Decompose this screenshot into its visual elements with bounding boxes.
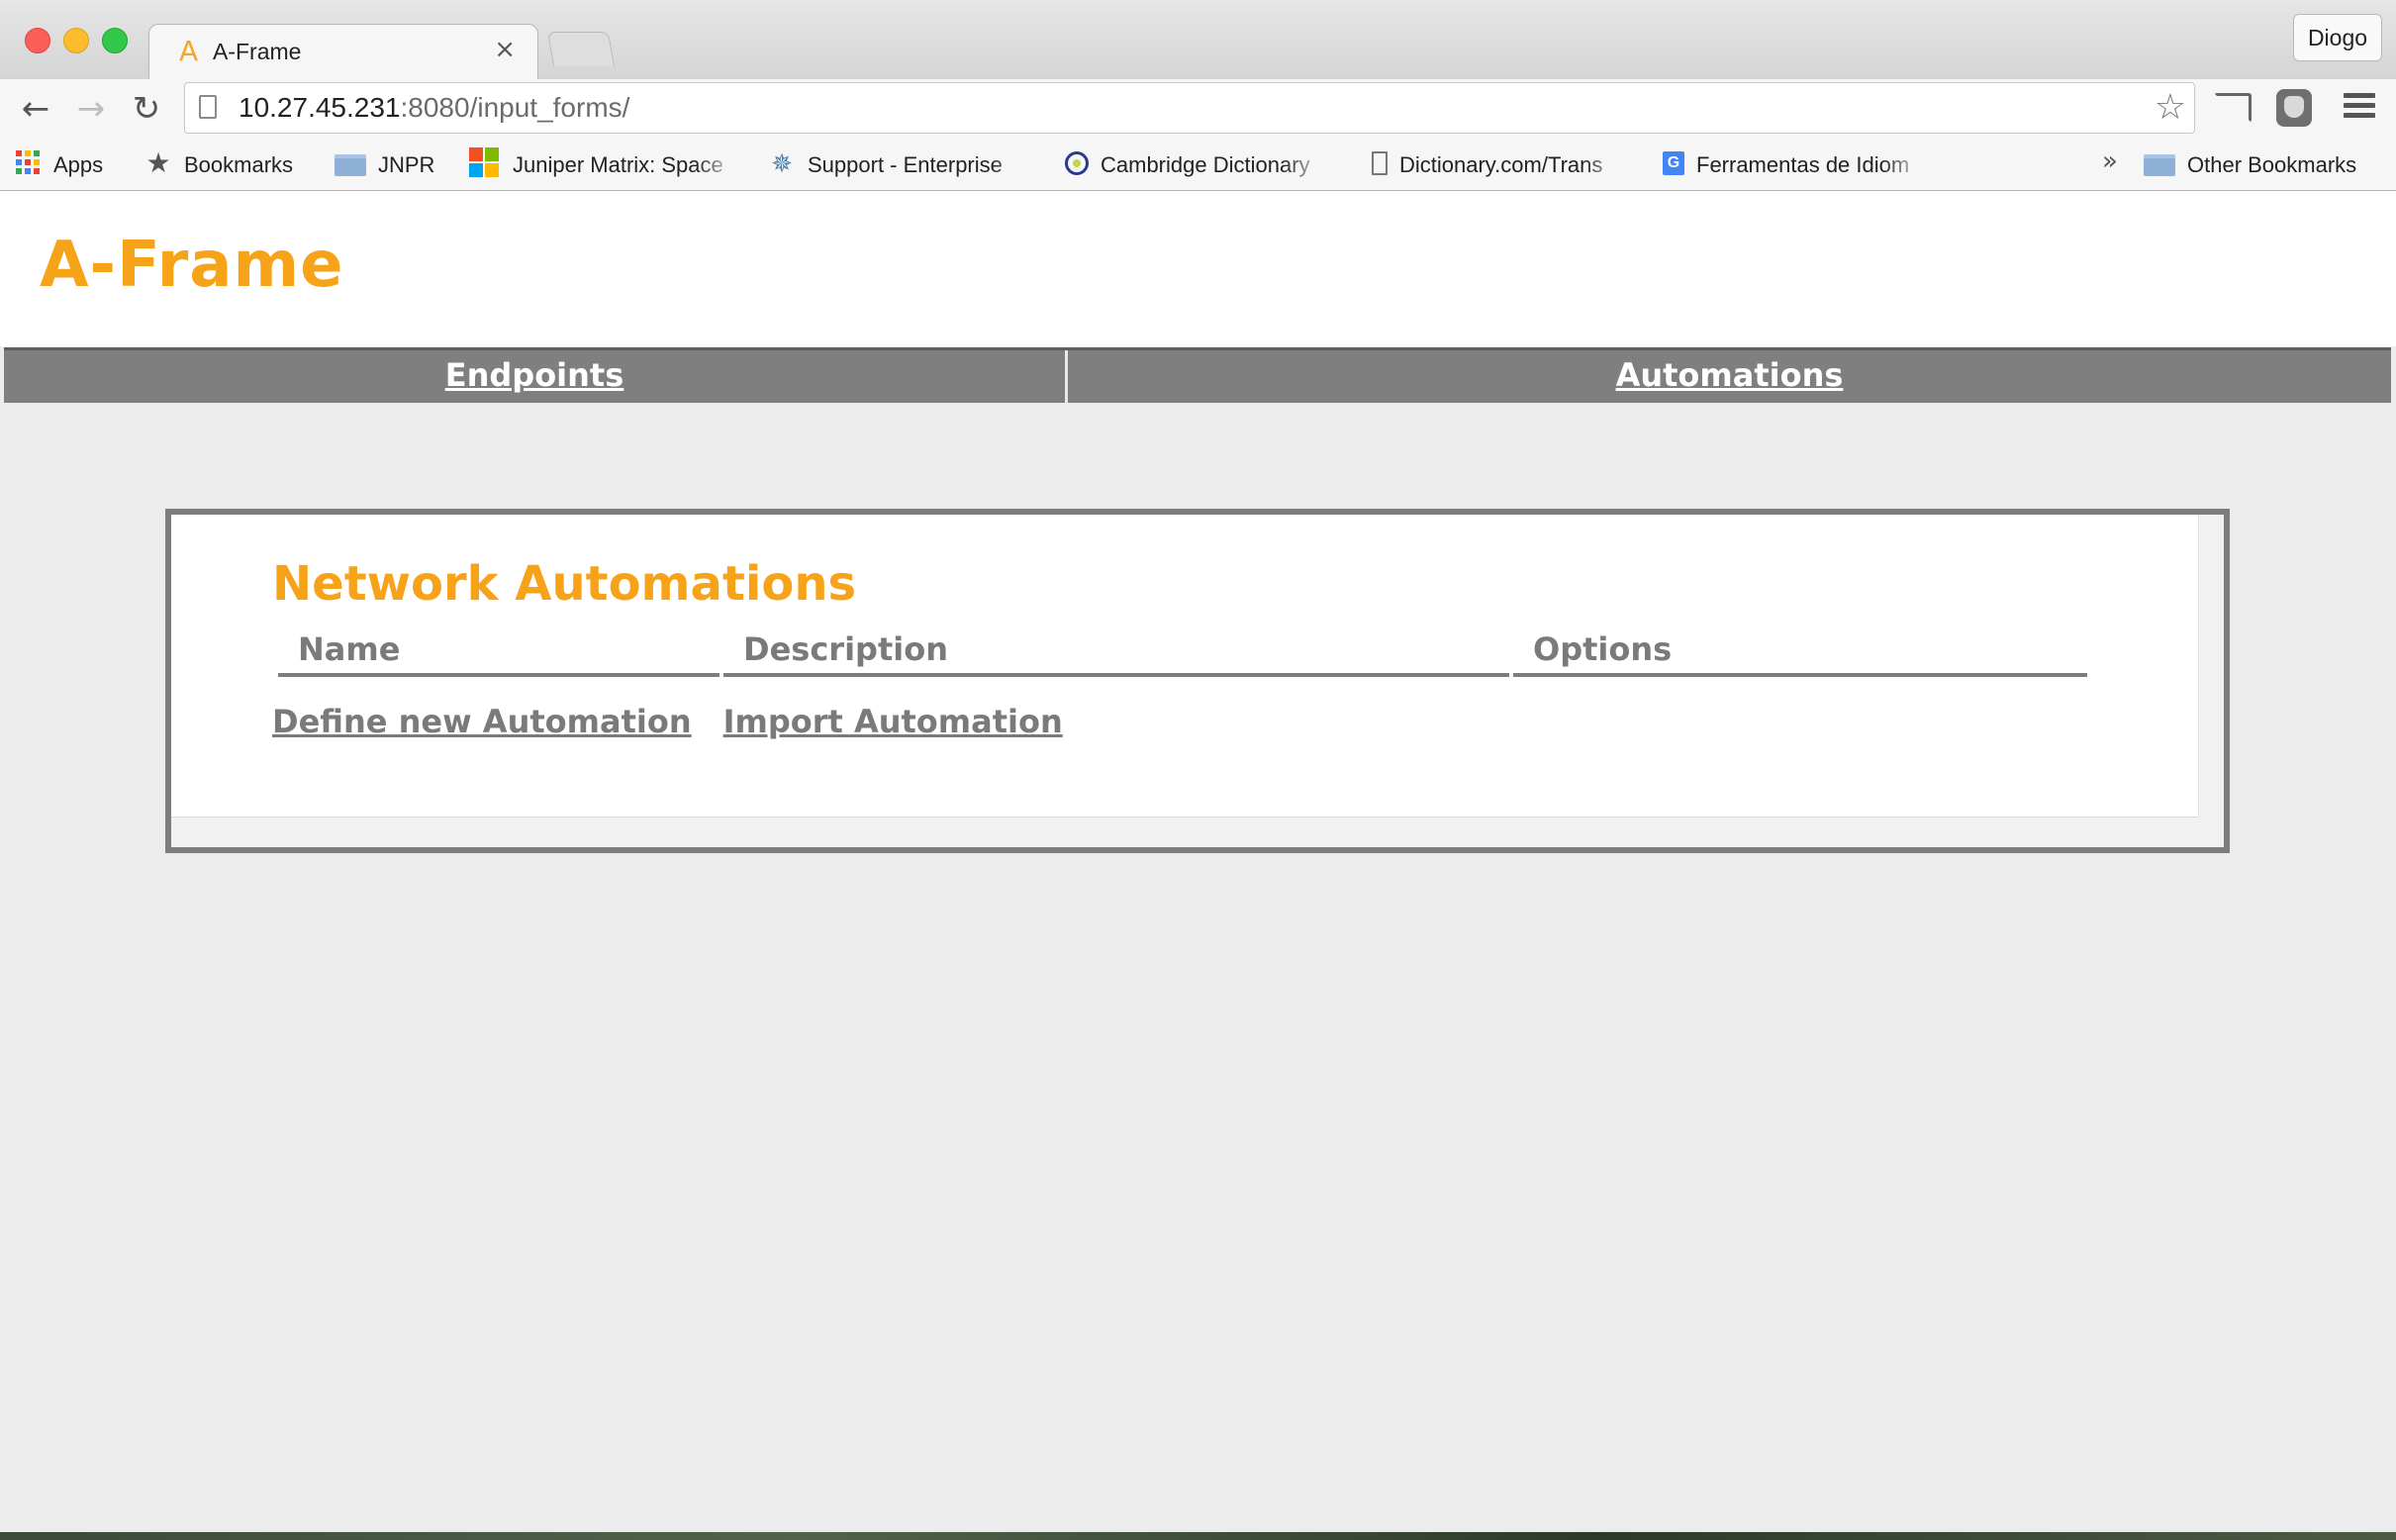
- bookmark-label: Ferramentas de Idiom: [1696, 152, 1910, 178]
- bookmark-label: Support - Enterprise: [808, 152, 1003, 178]
- bookmark-label: Bookmarks: [184, 152, 294, 178]
- url-host: 10.27.45.231: [239, 92, 401, 123]
- cambridge-icon: [1065, 151, 1089, 176]
- cast-icon[interactable]: [2214, 93, 2252, 123]
- table-header: Name Description Options: [278, 626, 2091, 677]
- panel-body: Network Automations Name Description Opt…: [171, 515, 2199, 818]
- define-new-automation-link[interactable]: Define new Automation: [272, 703, 692, 740]
- window-maximize-button[interactable]: [102, 28, 128, 53]
- column-header-description: Description: [723, 626, 1509, 677]
- profile-button[interactable]: Diogo: [2293, 14, 2382, 61]
- new-tab-button[interactable]: [546, 32, 616, 66]
- address-bar[interactable]: 10.27.45.231:8080/input_forms/ ☆: [184, 82, 2195, 134]
- bookmark-jnpr[interactable]: JNPR: [335, 148, 434, 180]
- browser-toolbar: ← → ↻ 10.27.45.231:8080/input_forms/ ☆: [0, 79, 2396, 139]
- bookmark-label: Other Bookmarks: [2187, 152, 2357, 178]
- a-frame-favicon-icon: A: [179, 35, 199, 67]
- bookmark-apps[interactable]: Apps: [16, 148, 103, 180]
- folder-icon: [2144, 154, 2175, 177]
- window-minimize-button[interactable]: [63, 28, 89, 53]
- burst-icon: ✵: [771, 148, 793, 179]
- document-icon: [1372, 151, 1388, 176]
- main-nav: Endpoints Automations: [4, 347, 2391, 403]
- tab-a-frame[interactable]: A A-Frame ×: [148, 24, 538, 82]
- bookmarks-overflow-icon[interactable]: »: [2102, 146, 2118, 176]
- bookmark-support-enterprise[interactable]: ✵ Support - Enterprise: [768, 148, 1037, 180]
- panel-actions: Define new Automation Import Automation: [272, 703, 1063, 740]
- folder-icon: [335, 154, 366, 177]
- bookmark-label: Cambridge Dictionary: [1101, 152, 1310, 178]
- site-title: A-Frame: [40, 229, 344, 302]
- google-translate-icon: G: [1663, 151, 1684, 176]
- star-icon: ★: [145, 147, 171, 179]
- other-bookmarks[interactable]: Other Bookmarks: [2144, 148, 2356, 180]
- page-icon: [199, 95, 217, 119]
- url-text[interactable]: 10.27.45.231:8080/input_forms/: [239, 92, 629, 124]
- bookmark-label: Dictionary.com/Trans: [1399, 152, 1603, 178]
- bookmarks-bar: Apps ★ Bookmarks JNPR Juniper Matrix: Spa…: [0, 139, 2396, 191]
- browser-window: A A-Frame × Diogo ← → ↻ 10.27.45.231:808…: [0, 0, 2396, 1532]
- nav-endpoints-link[interactable]: Endpoints: [4, 350, 1068, 403]
- apps-grid-icon: [16, 150, 42, 176]
- reload-icon[interactable]: ↻: [127, 89, 166, 129]
- back-arrow-icon[interactable]: ←: [16, 89, 55, 129]
- bookmark-juniper-matrix[interactable]: Juniper Matrix: Space: [469, 147, 740, 180]
- bookmark-dictionary-com[interactable]: Dictionary.com/Trans: [1372, 148, 1629, 180]
- bookmark-ferramentas[interactable]: G Ferramentas de Idiom: [1663, 148, 1928, 180]
- import-automation-link[interactable]: Import Automation: [723, 703, 1063, 740]
- bookmark-label: Juniper Matrix: Space: [513, 152, 723, 178]
- bookmark-cambridge[interactable]: Cambridge Dictionary: [1065, 148, 1328, 180]
- tab-bar: A A-Frame × Diogo: [0, 0, 2396, 82]
- site-header: A-Frame: [0, 191, 2396, 346]
- bookmark-bookmarks[interactable]: ★ Bookmarks: [144, 148, 293, 180]
- bookmark-star-icon[interactable]: ☆: [2155, 87, 2186, 128]
- microsoft-logo-icon: [469, 147, 501, 179]
- page-content: A-Frame Endpoints Automations Network Au…: [0, 191, 2396, 1532]
- tab-close-icon[interactable]: ×: [494, 35, 516, 64]
- forward-arrow-icon[interactable]: →: [71, 89, 111, 129]
- column-header-options: Options: [1513, 626, 2087, 677]
- automations-panel: Network Automations Name Description Opt…: [165, 509, 2230, 853]
- tab-title: A-Frame: [213, 39, 302, 64]
- extension-shield-icon[interactable]: [2276, 89, 2312, 127]
- window-close-button[interactable]: [25, 28, 50, 53]
- desktop-background: [0, 1532, 2396, 1540]
- column-header-name: Name: [278, 626, 719, 677]
- panel-title: Network Automations: [272, 556, 857, 612]
- browser-menu-icon[interactable]: [2344, 93, 2375, 121]
- nav-automations-link[interactable]: Automations: [1068, 350, 2391, 403]
- bookmark-label: Apps: [53, 152, 104, 178]
- bookmark-label: JNPR: [378, 152, 435, 178]
- url-path: :8080/input_forms/: [400, 92, 630, 123]
